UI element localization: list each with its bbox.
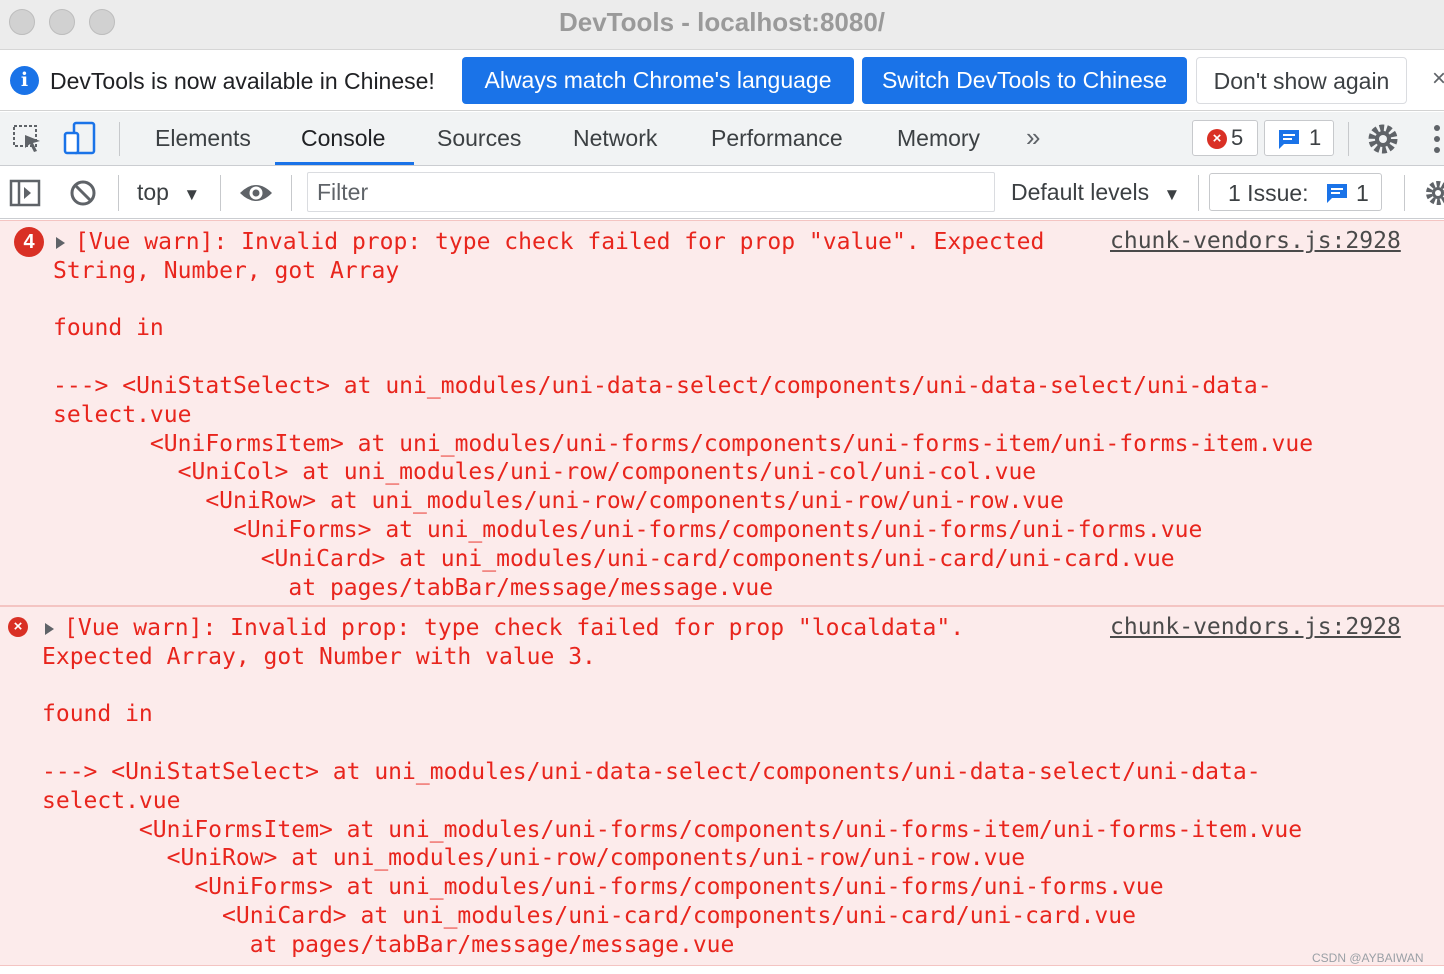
message-line: [Vue warn]: Invalid prop: type check fai… (64, 615, 965, 641)
message-line: <UniCard> at uni_modules/uni-card/compon… (42, 903, 1136, 929)
always-match-language-button[interactable]: Always match Chrome's language (462, 57, 854, 104)
tab-console[interactable]: Console (301, 125, 385, 152)
window-titlebar: DevTools - localhost:8080/ (0, 0, 1444, 50)
log-levels-dropdown[interactable]: Default levels ▼ (1011, 179, 1180, 206)
toolbar-divider (220, 175, 221, 211)
message-line: <UniFormsItem> at uni_modules/uni-forms/… (53, 431, 1314, 457)
toolbar-divider (1404, 175, 1405, 211)
active-tab-indicator (275, 162, 414, 165)
toolbar-divider (291, 175, 292, 211)
context-selector[interactable]: top ▼ (137, 179, 200, 206)
show-sidebar-icon[interactable] (9, 179, 41, 207)
tab-performance[interactable]: Performance (711, 125, 843, 152)
error-icon: × (8, 617, 28, 637)
toolbar-divider (1348, 122, 1349, 156)
error-count: 5 (1231, 125, 1244, 150)
console-settings-gear-icon[interactable] (1424, 179, 1444, 207)
message-line: <UniForms> at uni_modules/uni-forms/comp… (53, 517, 1203, 543)
message-line: select.vue (53, 402, 192, 428)
message-line: [Vue warn]: Invalid prop: type check fai… (75, 229, 1045, 255)
message-line: at pages/tabBar/message/message.vue (53, 575, 774, 601)
chevron-down-icon: ▼ (183, 185, 201, 204)
expand-triangle-icon[interactable] (45, 623, 54, 635)
more-tabs-icon[interactable]: » (1026, 122, 1041, 153)
console-toolbar: top ▼ Filter Default levels ▼ 1 Issue: 1 (0, 167, 1444, 219)
more-options-icon[interactable] (1432, 124, 1442, 154)
panel-tabbar: Elements Console Sources Network Perform… (0, 112, 1444, 166)
window-title: DevTools - localhost:8080/ (558, 7, 886, 37)
issues-count: 1 (1356, 180, 1369, 206)
message-line: <UniRow> at uni_modules/uni-row/componen… (53, 488, 1064, 514)
message-icon (1279, 130, 1299, 149)
infobar-message: DevTools is now available in Chinese! (50, 68, 435, 94)
tab-elements[interactable]: Elements (155, 125, 251, 152)
source-link[interactable]: chunk-vendors.js:2928 (1110, 228, 1401, 254)
switch-to-chinese-button[interactable]: Switch DevTools to Chinese (862, 57, 1187, 104)
repeat-count-badge: 4 (14, 227, 44, 257)
info-icon: i (10, 66, 39, 95)
message-line: found in (42, 701, 153, 727)
message-line: ---> <UniStatSelect> at uni_modules/uni-… (42, 759, 1261, 785)
message-line: found in (53, 315, 164, 341)
inspect-element-icon[interactable] (12, 123, 44, 155)
clear-console-icon[interactable] (68, 178, 98, 208)
message-line: <UniFormsItem> at uni_modules/uni-forms/… (42, 817, 1303, 843)
issues-button[interactable]: 1 Issue: 1 (1209, 173, 1382, 211)
message-line: Expected Array, got Number with value 3. (42, 644, 596, 670)
watermark: CSDN @AYBAIWAN (1312, 951, 1424, 965)
message-icon (1327, 184, 1347, 203)
tab-memory[interactable]: Memory (897, 125, 980, 152)
console-error-message[interactable]: 4 [Vue warn]: Invalid prop: type check f… (0, 220, 1444, 606)
message-line: <UniCol> at uni_modules/uni-row/componen… (53, 459, 1037, 485)
language-infobar: i DevTools is now available in Chinese! … (0, 51, 1444, 111)
tab-sources[interactable]: Sources (437, 125, 521, 152)
message-counter-button[interactable]: 1 (1264, 120, 1334, 156)
device-toolbar-icon[interactable] (62, 121, 98, 155)
message-line: select.vue (42, 788, 181, 814)
live-expression-eye-icon[interactable] (238, 181, 274, 205)
context-value: top (137, 179, 169, 205)
message-line: at pages/tabBar/message/message.vue (42, 932, 735, 958)
close-icon[interactable]: × (1432, 65, 1444, 93)
error-counter-button[interactable]: × 5 (1192, 120, 1258, 156)
message-line: String, Number, got Array (53, 258, 400, 284)
message-line: ---> <UniStatSelect> at uni_modules/uni-… (53, 373, 1272, 399)
settings-gear-icon[interactable] (1366, 122, 1400, 156)
error-icon: × (1207, 129, 1227, 149)
issues-label: 1 Issue: (1228, 180, 1309, 206)
message-count: 1 (1309, 125, 1322, 150)
filter-input[interactable]: Filter (307, 172, 995, 212)
message-line: <UniForms> at uni_modules/uni-forms/comp… (42, 874, 1164, 900)
tab-network[interactable]: Network (573, 125, 657, 152)
expand-triangle-icon[interactable] (56, 237, 65, 249)
toolbar-divider (119, 122, 120, 156)
toolbar-divider (1198, 175, 1199, 211)
chevron-down-icon: ▼ (1163, 185, 1181, 204)
message-line: <UniRow> at uni_modules/uni-row/componen… (42, 845, 1026, 871)
toolbar-divider (118, 175, 119, 211)
log-levels-value: Default levels (1011, 179, 1150, 205)
message-line: <UniCard> at uni_modules/uni-card/compon… (53, 546, 1175, 572)
source-link[interactable]: chunk-vendors.js:2928 (1110, 614, 1401, 640)
dont-show-again-button[interactable]: Don't show again (1196, 57, 1407, 104)
console-error-message[interactable]: × [Vue warn]: Invalid prop: type check f… (0, 606, 1444, 966)
